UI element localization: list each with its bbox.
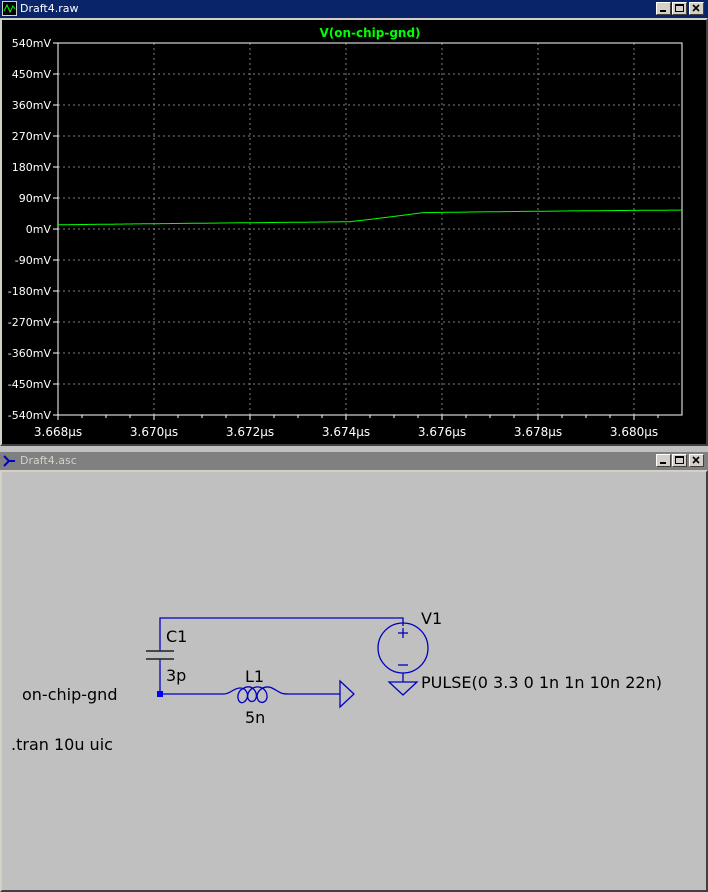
wires[interactable] bbox=[159, 617, 404, 695]
trace-label[interactable]: V(on-chip-gnd) bbox=[319, 26, 420, 40]
y-tick-label: 180mV bbox=[12, 161, 52, 174]
x-tick-label: 3.668µs bbox=[34, 425, 82, 439]
x-tick-label: 3.678µs bbox=[514, 425, 562, 439]
y-tick-label: -540mV bbox=[8, 409, 52, 422]
l1-value[interactable]: 5n bbox=[245, 708, 265, 727]
x-tick-label: 3.674µs bbox=[322, 425, 370, 439]
waveform-plot[interactable]: 540mV 450mV 360mV 270mV 180mV 90mV 0mV -90mV -18… bbox=[0, 0, 708, 446]
inductor-l1[interactable] bbox=[223, 686, 289, 704]
schematic-window: Draft4.asc C1 3p on-chip-gnd L1 5n V1 PU… bbox=[0, 452, 708, 892]
x-tick-label: 3.680µs bbox=[610, 425, 658, 439]
schematic-drawing[interactable]: C1 3p on-chip-gnd L1 5n V1 PULSE(0 3.3 0… bbox=[0, 452, 708, 892]
y-tick-label: 270mV bbox=[12, 130, 52, 143]
l1-name[interactable]: L1 bbox=[245, 667, 264, 686]
x-tick-label: 3.672µs bbox=[226, 425, 274, 439]
y-axis: 540mV 450mV 360mV 270mV 180mV 90mV 0mV -90mV -18… bbox=[8, 37, 58, 422]
capacitor-c1[interactable] bbox=[146, 648, 174, 664]
x-axis: 3.668µs 3.670µs 3.672µs 3.674µs 3.676µs 3.678… bbox=[34, 415, 659, 439]
x-tick-label: 3.670µs bbox=[130, 425, 178, 439]
c1-value[interactable]: 3p bbox=[166, 666, 186, 685]
y-tick-label: 90mV bbox=[19, 192, 52, 205]
c1-name[interactable]: C1 bbox=[166, 627, 187, 646]
wire-top[interactable] bbox=[159, 617, 404, 648]
x-tick-label: 3.676µs bbox=[418, 425, 466, 439]
plot-window: Draft4.raw 540mV 450mV 360mV 270mV 180mV 90mV… bbox=[0, 0, 708, 446]
junction-dot bbox=[157, 691, 163, 697]
y-tick-label: -360mV bbox=[8, 347, 52, 360]
ground-symbol bbox=[387, 681, 419, 696]
y-tick-label: -90mV bbox=[15, 254, 52, 267]
y-tick-label: -450mV bbox=[8, 378, 52, 391]
y-tick-label: 0mV bbox=[26, 223, 52, 236]
ground-arrow-symbol[interactable] bbox=[339, 679, 355, 709]
y-tick-label: 360mV bbox=[12, 99, 52, 112]
y-tick-label: 540mV bbox=[12, 37, 52, 50]
spice-directive[interactable]: .tran 10u uic bbox=[11, 735, 113, 754]
y-tick-label: -180mV bbox=[8, 285, 52, 298]
net-label[interactable]: on-chip-gnd bbox=[22, 685, 117, 704]
v1-name[interactable]: V1 bbox=[421, 609, 442, 628]
y-tick-label: -270mV bbox=[8, 316, 52, 329]
v1-value[interactable]: PULSE(0 3.3 0 1n 1n 10n 22n) bbox=[421, 673, 662, 692]
plot-grid bbox=[58, 43, 682, 415]
trace-v-on-chip-gnd bbox=[58, 209, 682, 226]
y-tick-label: 450mV bbox=[12, 68, 52, 81]
